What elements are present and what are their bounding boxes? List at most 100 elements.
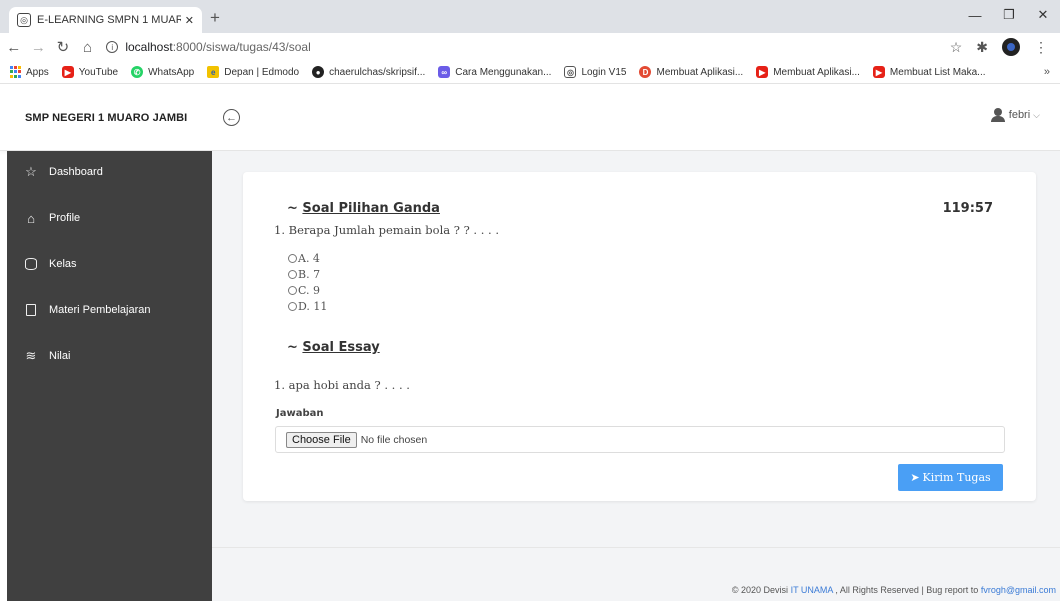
- sidebar-item-profile[interactable]: ⌂ Profile: [7, 195, 212, 241]
- answer-label: Jawaban: [276, 408, 324, 419]
- radio-button[interactable]: [288, 301, 297, 311]
- option-a[interactable]: A. 4: [288, 250, 327, 266]
- star-icon: ☆: [25, 164, 37, 179]
- bookmark-whatsapp[interactable]: ✆ WhatsApp: [131, 66, 194, 78]
- radio-button[interactable]: [288, 253, 297, 263]
- bookmarks-bar: Apps ▶ YouTube ✆ WhatsApp e Depan | Edmo…: [0, 61, 1060, 84]
- layers-icon: ≋: [25, 348, 37, 363]
- bookmark-label: Apps: [26, 66, 49, 78]
- restore-icon[interactable]: ❐: [992, 0, 1026, 30]
- main-content: ~ Soal Pilihan Ganda 119:57 1. Berapa Ju…: [212, 151, 1060, 601]
- brand-title[interactable]: SMP NEGERI 1 MUARO JAMBI: [25, 112, 187, 124]
- youtube-icon: ▶: [756, 66, 769, 78]
- sidebar-item-dashboard[interactable]: ☆ Dashboard: [7, 149, 212, 195]
- url-host: localhost: [125, 40, 173, 54]
- youtube-icon: ▶: [872, 66, 885, 78]
- bookmark-label: Membuat Aplikasi...: [656, 66, 744, 78]
- book-icon: [24, 303, 38, 317]
- browser-tab[interactable]: ◎ E-LEARNING SMPN 1 MUARO JA ✕: [9, 7, 202, 33]
- bookmark-label: Login V15: [581, 66, 627, 78]
- sidebar-item-label: Kelas: [49, 258, 77, 270]
- send-icon: ➤: [910, 471, 920, 484]
- bookmark-site-icon: D: [639, 66, 652, 78]
- sidebar-item-label: Materi Pembelajaran: [49, 304, 151, 316]
- mc-section-title: ~ Soal Pilihan Ganda: [287, 201, 440, 216]
- bookmark-membuat-1[interactable]: D Membuat Aplikasi...: [639, 66, 743, 78]
- extensions-icon[interactable]: ✱: [976, 39, 988, 56]
- bookmark-label: WhatsApp: [148, 66, 195, 78]
- user-menu[interactable]: febri ⌵: [990, 108, 1040, 122]
- profile-avatar-icon[interactable]: [1002, 38, 1021, 56]
- site-favicon-icon: ◎: [17, 13, 31, 27]
- close-window-icon[interactable]: ✕: [1026, 0, 1060, 30]
- back-circle-icon[interactable]: ←: [223, 109, 240, 126]
- user-avatar-icon: [990, 108, 1005, 122]
- section-prefix: ~: [287, 340, 303, 355]
- new-tab-icon[interactable]: +: [210, 8, 220, 28]
- window-controls: — ❐ ✕: [958, 0, 1060, 33]
- countdown-timer: 119:57: [942, 201, 993, 216]
- sidebar: ☆ Dashboard ⌂ Profile Kelas Materi Pembe…: [7, 151, 212, 601]
- menu-dots-icon[interactable]: ⋮: [1034, 39, 1048, 56]
- mc-question: 1. Berapa Jumlah pemain bola ? ? . . . .: [274, 223, 500, 237]
- close-tab-icon[interactable]: ✕: [185, 14, 194, 27]
- essay-title-text: Soal Essay: [302, 340, 380, 355]
- bookmark-label: Membuat Aplikasi...: [773, 66, 860, 78]
- bookmark-edmodo[interactable]: e Depan | Edmodo: [207, 66, 299, 78]
- file-upload-field[interactable]: Choose File No file chosen: [275, 426, 1005, 453]
- section-prefix: ~: [287, 201, 303, 216]
- choose-file-button[interactable]: Choose File: [286, 431, 357, 448]
- sidebar-item-kelas[interactable]: Kelas: [7, 241, 212, 287]
- browser-tab-strip: ◎ E-LEARNING SMPN 1 MUARO JA ✕ + — ❐ ✕: [0, 0, 1060, 33]
- home-icon[interactable]: ⌂: [77, 39, 99, 56]
- github-icon: ●: [312, 66, 325, 78]
- option-label: C. 9: [298, 283, 321, 297]
- option-b[interactable]: B. 7: [288, 266, 327, 282]
- info-icon[interactable]: i: [106, 41, 119, 53]
- sidebar-item-materi[interactable]: Materi Pembelajaran: [7, 287, 212, 333]
- bookmark-label: Membuat List Maka...: [889, 66, 986, 78]
- apps-grid-icon: [9, 66, 21, 78]
- file-status: No file chosen: [360, 433, 428, 446]
- bookmark-label: chaerulchas/skripsif...: [329, 66, 426, 78]
- mc-title-text: Soal Pilihan Ganda: [302, 201, 440, 216]
- reload-icon[interactable]: ↻: [52, 38, 74, 56]
- sidebar-item-nilai[interactable]: ≋ Nilai: [7, 333, 212, 379]
- sidebar-item-label: Nilai: [49, 350, 71, 362]
- forward-arrow-icon[interactable]: →: [28, 39, 50, 56]
- bookmark-apps[interactable]: Apps: [9, 66, 49, 78]
- option-c[interactable]: C. 9: [288, 282, 327, 298]
- bookmark-membuat-list[interactable]: ▶ Membuat List Maka...: [872, 66, 986, 78]
- bookmark-star-icon[interactable]: ☆: [950, 39, 963, 56]
- footer-prefix: © 2020 Devisi: [731, 585, 791, 595]
- bookmark-membuat-2[interactable]: ▶ Membuat Aplikasi...: [756, 66, 860, 78]
- bookmark-label: Cara Menggunakan...: [455, 66, 552, 78]
- submit-task-button[interactable]: ➤ Kirim Tugas: [898, 464, 1003, 491]
- submit-label: Kirim Tugas: [922, 471, 991, 484]
- address-bar[interactable]: i localhost:8000/siswa/tugas/43/soal: [106, 35, 949, 59]
- mc-options: A. 4 B. 7 C. 9 D. 11: [288, 250, 327, 314]
- url-path: :8000/siswa/tugas/43/soal: [172, 40, 311, 54]
- bookmark-login[interactable]: ◎ Login V15: [564, 66, 626, 78]
- youtube-icon: ▶: [61, 66, 74, 78]
- option-d[interactable]: D. 11: [288, 298, 327, 314]
- org-link[interactable]: IT UNAMA: [791, 585, 833, 595]
- user-name: febri: [1008, 109, 1031, 121]
- bookmark-label: YouTube: [78, 66, 119, 78]
- bookmark-cara[interactable]: ∞ Cara Menggunakan...: [438, 66, 551, 78]
- radio-button[interactable]: [288, 269, 297, 279]
- footer: © 2020 Devisi IT UNAMA , All Rights Rese…: [212, 547, 1060, 601]
- back-arrow-icon[interactable]: ←: [3, 39, 25, 56]
- bookmark-youtube[interactable]: ▶ YouTube: [61, 66, 119, 78]
- email-link[interactable]: fvrogh@gmail.com: [981, 585, 1056, 595]
- more-bookmarks-icon[interactable]: »: [1044, 66, 1050, 78]
- minimize-icon[interactable]: —: [958, 0, 992, 30]
- bookmark-github[interactable]: ● chaerulchas/skripsif...: [312, 66, 425, 78]
- edmodo-icon: e: [207, 66, 220, 78]
- bookmark-site-icon: ∞: [438, 66, 451, 78]
- option-label: B. 7: [298, 267, 321, 281]
- essay-question: 1. apa hobi anda ? . . . .: [274, 378, 410, 392]
- sidebar-item-label: Profile: [49, 212, 81, 224]
- radio-button[interactable]: [288, 285, 297, 295]
- whatsapp-icon: ✆: [131, 66, 144, 78]
